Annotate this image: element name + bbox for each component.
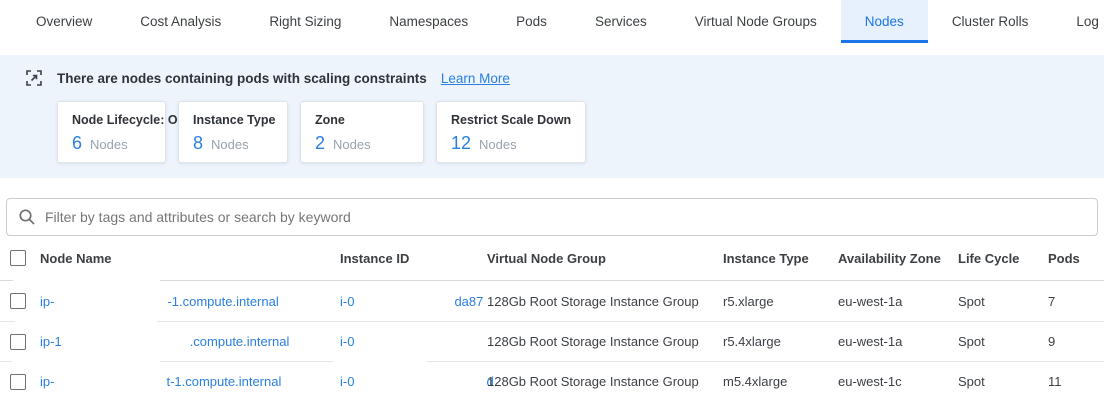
table-body: ip--1.compute.internal i-0da87 128Gb Roo… xyxy=(0,281,1104,401)
tab-cost-analysis[interactable]: Cost Analysis xyxy=(116,0,245,43)
card-unit: Nodes xyxy=(211,137,249,152)
virtual-node-group-cell: 128Gb Root Storage Instance Group xyxy=(487,294,723,309)
virtual-node-group-cell: 128Gb Root Storage Instance Group xyxy=(487,374,723,389)
select-all-checkbox[interactable] xyxy=(10,250,26,266)
card-count: 8 xyxy=(193,133,203,154)
scale-up-icon xyxy=(24,68,44,88)
tab-right-sizing[interactable]: Right Sizing xyxy=(245,0,365,43)
availability-zone-cell: eu-west-1a xyxy=(838,294,958,309)
instance-id-link[interactable]: i-0d xyxy=(340,374,494,389)
card-unit: Nodes xyxy=(479,137,517,152)
instance-id-link[interactable]: i-0 xyxy=(340,334,454,349)
availability-zone-cell: eu-west-1c xyxy=(838,374,958,389)
card-title: Node Lifecycle: On Demand xyxy=(72,113,151,127)
redaction-patch xyxy=(13,279,160,283)
scaling-constraints-banner: There are nodes containing pods with sca… xyxy=(0,55,1104,178)
tab-label: Cost Analysis xyxy=(140,14,221,29)
tab-label: Overview xyxy=(36,14,92,29)
row-checkbox[interactable] xyxy=(10,334,26,350)
tab-label: Nodes xyxy=(865,14,904,29)
card-count: 2 xyxy=(315,133,325,154)
col-virtual-node-group: Virtual Node Group xyxy=(487,251,723,266)
redaction-patch xyxy=(333,360,427,364)
tab-label: Services xyxy=(595,14,647,29)
constraint-card-instance-type[interactable]: Instance Type 8 Nodes xyxy=(178,101,288,163)
col-node-name: Node Name xyxy=(40,251,340,266)
constraint-card-zone[interactable]: Zone 2 Nodes xyxy=(300,101,424,163)
search-bar xyxy=(6,198,1098,236)
tab-nodes[interactable]: Nodes xyxy=(841,0,928,43)
table-row: ip-1.compute.internal i-0 128Gb Root Sto… xyxy=(0,321,1104,361)
tab-log[interactable]: Log xyxy=(1052,0,1104,43)
redaction-patch xyxy=(12,360,160,364)
row-checkbox[interactable] xyxy=(10,293,26,309)
node-name-link[interactable]: ip-1.compute.internal xyxy=(40,334,289,349)
instance-id-link[interactable]: i-0da87 xyxy=(340,294,483,309)
row-checkbox[interactable] xyxy=(10,374,26,390)
instance-type-cell: r5.4xlarge xyxy=(723,334,838,349)
tab-bar: Overview Cost Analysis Right Sizing Name… xyxy=(0,0,1104,43)
card-unit: Nodes xyxy=(333,137,371,152)
availability-zone-cell: eu-west-1a xyxy=(838,334,958,349)
tab-label: Virtual Node Groups xyxy=(695,14,817,29)
nodes-table: Node Name Instance ID Virtual Node Group… xyxy=(0,236,1104,401)
banner-message: There are nodes containing pods with sca… xyxy=(57,71,427,86)
table-row: ip--1.compute.internal i-0da87 128Gb Roo… xyxy=(0,281,1104,321)
tab-namespaces[interactable]: Namespaces xyxy=(365,0,492,43)
tab-services[interactable]: Services xyxy=(571,0,671,43)
tab-label: Cluster Rolls xyxy=(952,14,1029,29)
card-title: Restrict Scale Down xyxy=(451,113,571,127)
node-name-link[interactable]: ip--1.compute.internal xyxy=(40,294,279,309)
tab-cluster-rolls[interactable]: Cluster Rolls xyxy=(928,0,1053,43)
col-availability-zone: Availability Zone xyxy=(838,251,958,266)
search-input[interactable] xyxy=(45,209,1086,225)
tab-label: Namespaces xyxy=(389,14,468,29)
node-name-link[interactable]: ip-t-1.compute.internal xyxy=(40,374,281,389)
col-instance-id: Instance ID xyxy=(340,251,487,266)
constraint-card-restrict-scale-down[interactable]: Restrict Scale Down 12 Nodes xyxy=(436,101,586,163)
card-count: 6 xyxy=(72,133,82,154)
table-header: Node Name Instance ID Virtual Node Group… xyxy=(0,236,1104,281)
constraint-cards: Node Lifecycle: On Demand 6 Nodes Instan… xyxy=(57,101,1080,163)
instance-type-cell: m5.4xlarge xyxy=(723,374,838,389)
pods-cell: 9 xyxy=(1048,334,1104,349)
tab-label: Log xyxy=(1076,14,1099,29)
card-title: Instance Type xyxy=(193,113,273,127)
card-unit: Nodes xyxy=(90,137,128,152)
virtual-node-group-cell: 128Gb Root Storage Instance Group xyxy=(487,334,723,349)
col-instance-type: Instance Type xyxy=(723,251,838,266)
learn-more-link[interactable]: Learn More xyxy=(441,71,510,86)
card-title: Zone xyxy=(315,113,409,127)
life-cycle-cell: Spot xyxy=(958,334,1048,349)
life-cycle-cell: Spot xyxy=(958,374,1048,389)
col-pods: Pods xyxy=(1048,251,1104,266)
card-count: 12 xyxy=(451,133,471,154)
pods-cell: 7 xyxy=(1048,294,1104,309)
life-cycle-cell: Spot xyxy=(958,294,1048,309)
pods-cell: 11 xyxy=(1048,374,1104,389)
tab-overview[interactable]: Overview xyxy=(12,0,116,43)
redaction-patch xyxy=(15,320,157,324)
constraint-card-node-lifecycle-on-demand[interactable]: Node Lifecycle: On Demand 6 Nodes xyxy=(57,101,166,163)
instance-type-cell: r5.xlarge xyxy=(723,294,838,309)
tab-label: Right Sizing xyxy=(269,14,341,29)
tab-virtual-node-groups[interactable]: Virtual Node Groups xyxy=(671,0,841,43)
col-life-cycle: Life Cycle xyxy=(958,251,1048,266)
table-row: ip-t-1.compute.internal i-0d 128Gb Root … xyxy=(0,361,1104,401)
tab-label: Pods xyxy=(516,14,547,29)
tab-pods[interactable]: Pods xyxy=(492,0,571,43)
search-icon xyxy=(18,208,36,226)
